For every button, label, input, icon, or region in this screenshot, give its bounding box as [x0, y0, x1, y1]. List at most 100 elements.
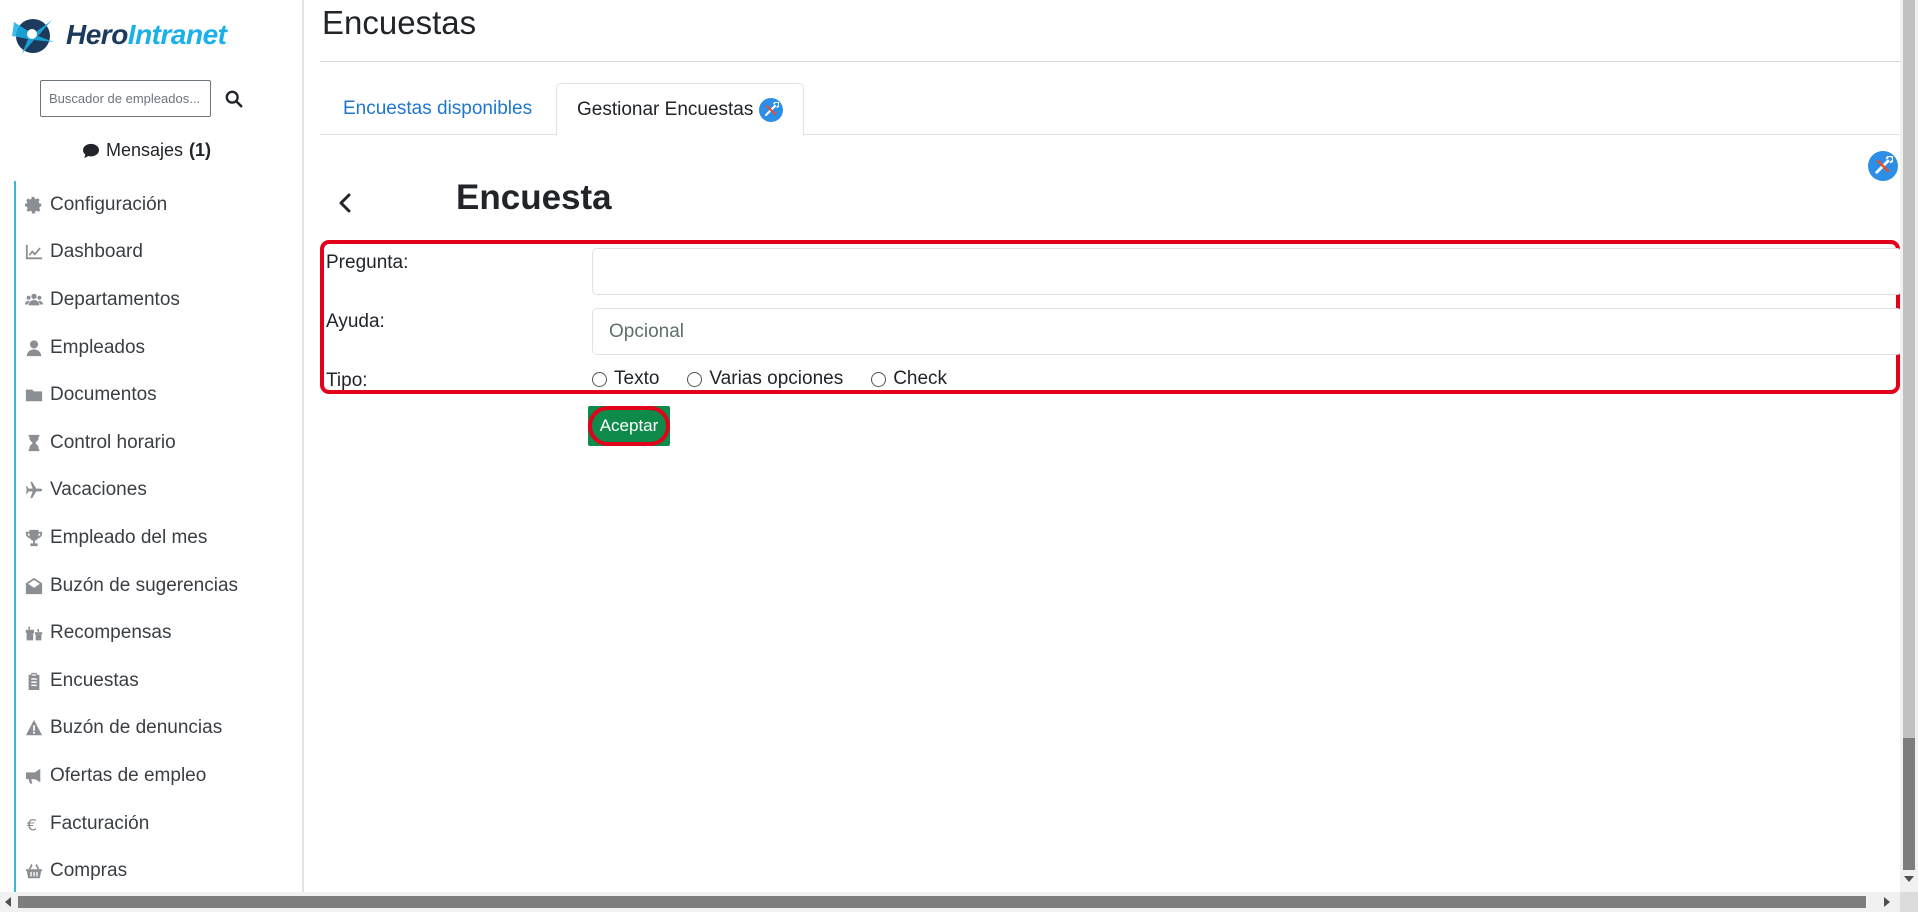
sidebar-item-departamentos[interactable]: Departamentos: [14, 276, 302, 324]
title-divider: [320, 61, 1900, 62]
sidebar-item-empleado-del-mes[interactable]: Empleado del mes: [14, 514, 302, 562]
vertical-scrollbar-track[interactable]: [1903, 0, 1915, 738]
radio-label: Texto: [614, 368, 660, 389]
sidebar-item-label: Buzón de sugerencias: [50, 574, 239, 596]
type-radio-texto[interactable]: Texto: [592, 368, 659, 390]
accept-button[interactable]: Aceptar: [588, 406, 670, 446]
scroll-down-arrow-icon[interactable]: [1904, 876, 1914, 882]
sidebar-item-empleados[interactable]: Empleados: [14, 323, 302, 372]
euro-icon: €: [24, 814, 44, 834]
sidebar: HeroIntranet Mensajes (1) Configuración …: [0, 0, 304, 892]
sidebar-item-control-horario[interactable]: Control horario: [14, 418, 302, 467]
bullhorn-icon: [24, 766, 44, 786]
sidebar-nav: Configuración Dashboard Departamentos Em…: [14, 181, 302, 892]
sidebar-item-buzon-sugerencias[interactable]: Buzón de sugerencias: [14, 561, 302, 610]
plane-icon: [24, 480, 44, 500]
page-title: Encuestas: [322, 4, 477, 41]
question-input[interactable]: [592, 248, 1902, 295]
gifts-icon: [24, 623, 44, 643]
sidebar-item-label: Control horario: [50, 431, 176, 453]
admin-tools-button[interactable]: [1868, 151, 1898, 181]
employee-search-input[interactable]: [40, 80, 211, 117]
help-input[interactable]: [592, 308, 1902, 355]
sidebar-item-label: Dashboard: [50, 241, 143, 263]
horizontal-scrollbar[interactable]: [0, 892, 1918, 912]
messages-label: Mensajes: [106, 140, 184, 160]
survey-title: Encuesta: [456, 178, 612, 217]
clipboard-list-icon: [24, 671, 44, 691]
radio-circle[interactable]: [687, 371, 703, 387]
sidebar-item-configuracion[interactable]: Configuración: [14, 181, 302, 229]
tab-label: Encuestas disponibles: [343, 98, 533, 119]
scrollbar-corner: [1900, 892, 1918, 912]
comment-icon: [83, 143, 99, 158]
sidebar-item-label: Empleado del mes: [50, 526, 208, 548]
chevron-left-icon: [339, 193, 351, 213]
users-icon: [24, 290, 44, 310]
sidebar-item-label: Compras: [50, 860, 128, 882]
basket-icon: [24, 861, 44, 881]
tab-bar: Encuestas disponibles Gestionar Encuesta…: [320, 83, 1900, 136]
tab-label: Gestionar Encuestas: [577, 98, 754, 120]
sidebar-item-ofertas-empleo[interactable]: Ofertas de empleo: [14, 752, 302, 800]
sidebar-item-dashboard[interactable]: Dashboard: [14, 228, 302, 277]
radio-label: Varias opciones: [709, 368, 844, 389]
hero-logo-icon: [12, 19, 54, 54]
vertical-scrollbar[interactable]: [1900, 0, 1918, 892]
scroll-right-arrow-icon[interactable]: [1884, 897, 1890, 907]
gear-icon: [24, 195, 44, 215]
radio-circle[interactable]: [592, 371, 607, 387]
tools-icon: [1875, 156, 1893, 174]
sidebar-item-label: Vacaciones: [50, 479, 147, 501]
tab-encuestas-disponibles[interactable]: Encuestas disponibles: [343, 83, 532, 135]
sidebar-item-label: Facturación: [50, 812, 150, 834]
search-icon[interactable]: [223, 88, 245, 110]
messages-count: (1): [189, 140, 212, 160]
back-button[interactable]: [332, 188, 358, 218]
sidebar-item-recompensas[interactable]: Recompensas: [14, 609, 302, 657]
trophy-icon: [24, 528, 44, 548]
messages-link[interactable]: Mensajes (1): [82, 140, 211, 161]
sidebar-item-label: Encuestas: [50, 669, 139, 691]
sidebar-item-label: Configuración: [50, 193, 168, 215]
sidebar-item-label: Documentos: [50, 384, 157, 406]
type-label: Tipo:: [326, 370, 368, 391]
sidebar-item-vacaciones[interactable]: Vacaciones: [14, 466, 302, 515]
sidebar-item-facturacion[interactable]: € Facturación: [14, 799, 302, 848]
logo[interactable]: HeroIntranet: [8, 12, 227, 58]
hourglass-icon: [24, 433, 44, 453]
svg-text:€: €: [27, 815, 37, 833]
vertical-scrollbar-thumb[interactable]: [1903, 738, 1915, 870]
main-content: Encuestas Encuestas disponibles Gestiona…: [320, 0, 1902, 892]
envelope-open-icon: [24, 576, 44, 596]
sidebar-item-label: Recompensas: [50, 622, 172, 644]
chart-line-icon: [24, 242, 44, 262]
sidebar-item-compras[interactable]: Compras: [14, 847, 302, 892]
sidebar-item-label: Buzón de denuncias: [50, 717, 223, 739]
scroll-left-arrow-icon[interactable]: [5, 897, 11, 907]
user-icon: [24, 338, 44, 358]
tools-icon: [759, 97, 784, 122]
logo-text-hero: Hero: [66, 19, 128, 50]
radio-label: Check: [893, 368, 948, 389]
employee-search: [40, 80, 245, 117]
question-label: Pregunta:: [326, 252, 409, 273]
sidebar-item-label: Departamentos: [50, 288, 180, 310]
folder-icon: [24, 385, 44, 405]
horizontal-scrollbar-thumb[interactable]: [18, 896, 1866, 908]
sidebar-item-encuestas[interactable]: Encuestas: [14, 656, 302, 705]
warning-icon: [24, 718, 44, 738]
type-radio-group: Texto Varias opciones Check: [592, 368, 975, 390]
logo-text: HeroIntranet: [66, 19, 227, 51]
radio-circle[interactable]: [871, 371, 887, 387]
tab-gestionar-encuestas[interactable]: Gestionar Encuestas: [556, 83, 805, 136]
sidebar-item-documentos[interactable]: Documentos: [14, 371, 302, 419]
question-form: Pregunta: Ayuda: Tipo: Texto Varias opci…: [320, 240, 1902, 394]
type-radio-varias-opciones[interactable]: Varias opciones: [687, 368, 843, 390]
app-window: HeroIntranet Mensajes (1) Configuración …: [0, 0, 1918, 912]
type-radio-check[interactable]: Check: [871, 368, 947, 390]
logo-text-intranet: Intranet: [127, 19, 227, 50]
sidebar-item-label: Ofertas de empleo: [50, 764, 207, 786]
sidebar-item-buzon-denuncias[interactable]: Buzón de denuncias: [14, 704, 302, 753]
help-label: Ayuda:: [326, 311, 385, 332]
